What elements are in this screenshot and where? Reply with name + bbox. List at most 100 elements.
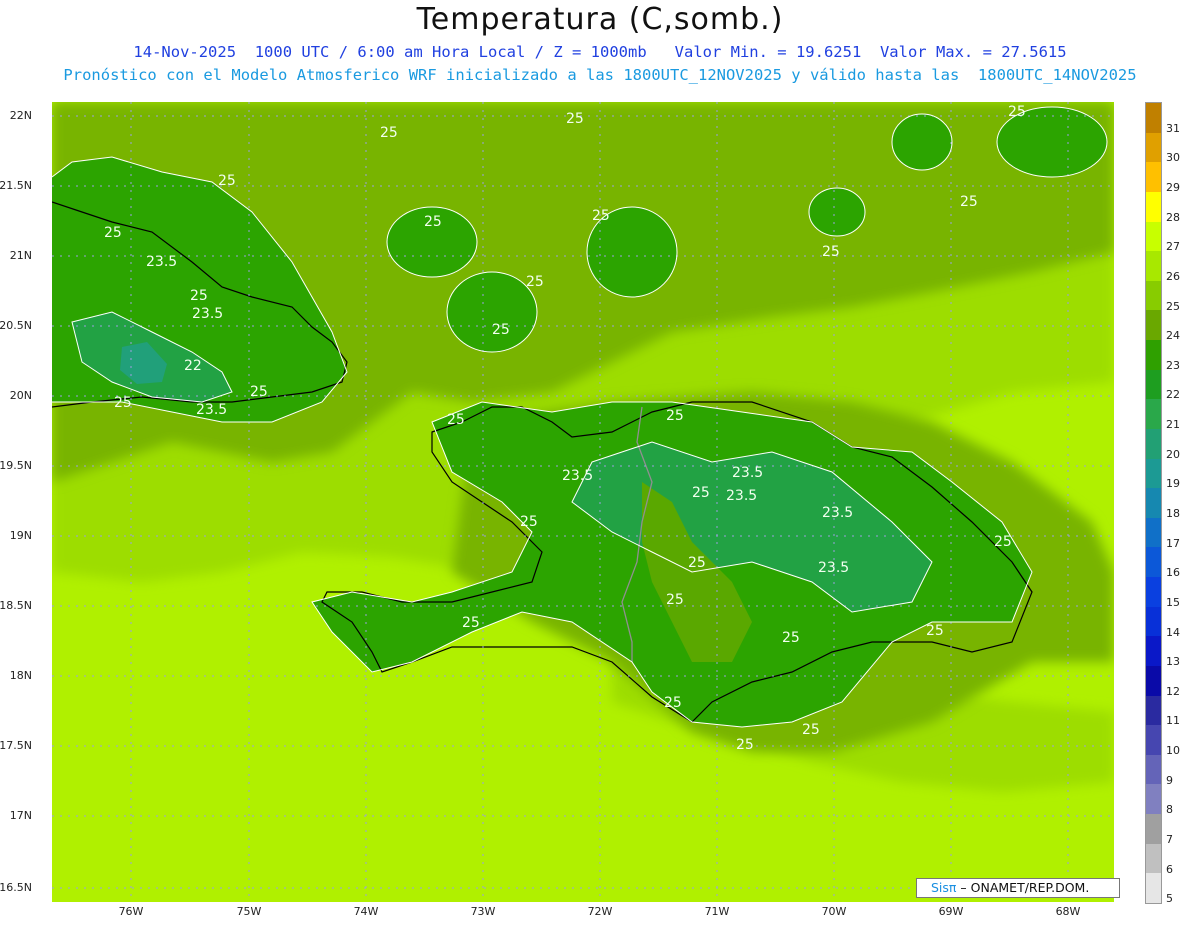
contour-label: 25 [664, 695, 682, 711]
lat-label: 19N [9, 529, 32, 542]
contour-label: 25 [926, 623, 944, 639]
color-scale-label: 23 [1166, 358, 1180, 372]
lat-label: 21.5N [0, 179, 32, 192]
color-swatch [1146, 695, 1161, 726]
color-scale-label: 5 [1166, 892, 1173, 906]
color-swatch [1146, 547, 1161, 578]
color-swatch [1146, 340, 1161, 371]
contour-label: 25 [492, 322, 510, 338]
contour-label: 25 [822, 244, 840, 260]
color-scale-label: 17 [1166, 536, 1180, 550]
contour-label: 25 [250, 384, 268, 400]
color-swatch [1146, 162, 1161, 193]
color-scale-label: 6 [1166, 862, 1173, 876]
lat-label: 18N [9, 669, 32, 682]
lat-label: 19.5N [0, 459, 32, 472]
color-swatch [1146, 310, 1161, 341]
valid-time-line: 14-Nov-2025 1000 UTC / 6:00 am Hora Loca… [133, 43, 1067, 61]
color-scale-label: 10 [1166, 744, 1180, 758]
lon-label: 70W [821, 905, 847, 918]
lat-label: 21N [9, 249, 32, 262]
lon-label: 74W [353, 905, 379, 918]
color-swatch [1146, 191, 1161, 222]
color-swatch [1146, 577, 1161, 608]
color-scale-label: 28 [1166, 210, 1180, 224]
model-info-line: Pronóstico con el Modelo Atmosferico WRF… [63, 66, 1137, 84]
contour-label: 25 [1008, 104, 1026, 120]
color-scale-label: 8 [1166, 803, 1173, 817]
color-scale-label: 12 [1166, 684, 1180, 698]
color-scale [1145, 102, 1162, 904]
color-swatch [1146, 814, 1161, 845]
contour-label: 23.5 [196, 402, 227, 418]
temperature-map: 25 25 25 25 25 23.5 25 23.5 22 25 23.5 2… [52, 102, 1114, 902]
color-scale-label: 9 [1166, 773, 1173, 787]
contour-label: 25 [782, 630, 800, 646]
color-swatch [1146, 784, 1161, 815]
contour-label: 25 [688, 555, 706, 571]
contour-label: 25 [666, 408, 684, 424]
color-scale-label: 26 [1166, 269, 1180, 283]
lon-label: 71W [704, 905, 730, 918]
contour-label: 23.5 [822, 505, 853, 521]
lon-label: 75W [236, 905, 262, 918]
lat-label: 20.5N [0, 319, 32, 332]
contour-label: 25 [592, 208, 610, 224]
contour-label: 25 [424, 214, 442, 230]
color-scale-label: 18 [1166, 507, 1180, 520]
credit-text: – ONAMET/REP.DOM. [956, 880, 1090, 895]
sispi-logo: Sisπ [931, 880, 957, 895]
contour-label: 25 [380, 125, 398, 141]
contour-label: 25 [692, 485, 710, 501]
color-swatch [1146, 488, 1161, 519]
color-scale-label: 30 [1166, 151, 1180, 165]
contour-label: 25 [520, 514, 538, 530]
color-swatch [1146, 517, 1161, 548]
color-swatch [1146, 725, 1161, 756]
color-swatch [1146, 458, 1161, 489]
contour-label: 25 [666, 592, 684, 608]
lat-label: 18.5N [0, 599, 32, 612]
contour-label: 25 [994, 534, 1012, 550]
color-scale-label: 29 [1166, 181, 1180, 195]
contour-label: 25 [218, 173, 236, 189]
color-swatch [1146, 843, 1161, 874]
contour-label: 25 [526, 274, 544, 290]
contour-label: 23.5 [192, 306, 223, 322]
color-scale-label: 16 [1166, 566, 1180, 580]
color-swatch [1146, 399, 1161, 430]
lon-label: 76W [118, 905, 144, 918]
color-swatch [1146, 280, 1161, 311]
lat-label: 16.5N [0, 881, 32, 894]
color-swatch [1146, 251, 1161, 282]
color-scale-label: 21 [1166, 418, 1180, 432]
color-scale-label: 11 [1166, 714, 1180, 728]
contour-label: 23.5 [562, 468, 593, 484]
color-scale-label: 14 [1166, 625, 1180, 639]
color-swatch [1146, 665, 1161, 697]
lat-label: 22N [9, 109, 32, 122]
color-swatch [1146, 221, 1161, 252]
lon-label: 69W [938, 905, 964, 918]
contour-label: 23.5 [818, 560, 849, 576]
credit-box: Sisπ – ONAMET/REP.DOM. [916, 878, 1120, 898]
map-title: Temperatura (C,somb.) [416, 2, 784, 37]
color-swatch [1146, 428, 1161, 460]
color-scale-label: 7 [1166, 832, 1173, 846]
color-scale-label: 25 [1166, 299, 1180, 313]
contour-label: 25 [447, 412, 465, 428]
color-scale-label: 20 [1166, 447, 1180, 461]
color-scale-label: 13 [1166, 655, 1180, 669]
contour-label: 25 [566, 111, 584, 127]
contour-label: 22 [184, 358, 202, 374]
contour-label: 25 [802, 722, 820, 738]
color-scale-label: 22 [1166, 388, 1180, 402]
color-swatch [1146, 132, 1161, 163]
lat-label: 17.5N [0, 739, 32, 752]
contour-label: 25 [114, 395, 132, 411]
lon-label: 72W [587, 905, 613, 918]
contour-label: 25 [190, 288, 208, 304]
color-swatch [1146, 636, 1161, 667]
color-scale-label: 31 [1166, 121, 1180, 135]
color-swatch [1146, 606, 1161, 637]
